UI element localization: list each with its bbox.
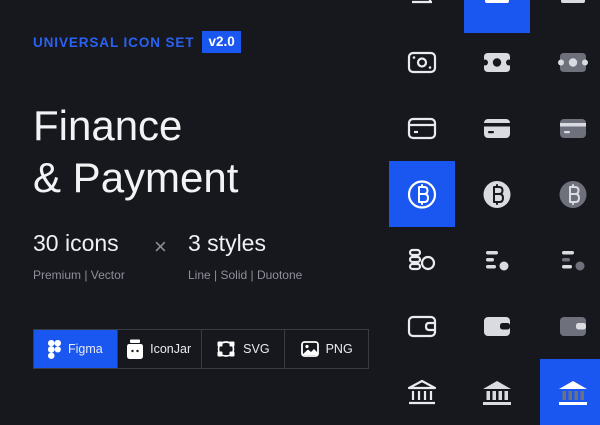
coin-stack-solid-icon [479, 0, 515, 18]
icon-tile [464, 29, 530, 95]
wallet-solid-icon [479, 308, 515, 344]
icon-tile [389, 227, 455, 293]
coins-chart-duotone-icon [555, 242, 591, 278]
icon-tile [389, 29, 455, 95]
banknote-duotone-icon [555, 44, 591, 80]
credit-card-solid-icon [479, 110, 515, 146]
coin-stack-line-icon [404, 0, 440, 18]
icon-tile [540, 293, 600, 359]
wallet-duotone-icon [555, 308, 591, 344]
icon-tile [540, 161, 600, 227]
bank-solid-icon [479, 374, 515, 410]
wallet-line-icon [404, 308, 440, 344]
icon-grid [0, 0, 600, 425]
icon-tile [464, 293, 530, 359]
icon-tile [464, 227, 530, 293]
banknote-line-icon [404, 44, 440, 80]
icon-tile [389, 293, 455, 359]
icon-tile [389, 359, 455, 425]
coin-stack-duotone-icon [555, 0, 591, 18]
coins-chart-solid-icon [479, 242, 515, 278]
icon-tile [389, 161, 455, 227]
icon-tile [540, 359, 600, 425]
icon-tile [540, 95, 600, 161]
icon-tile [464, 359, 530, 425]
icon-tile [540, 227, 600, 293]
credit-card-duotone-icon [555, 110, 591, 146]
promo-banner: UNIVERSAL ICON SET v2.0 Finance & Paymen… [0, 0, 600, 425]
bank-line-icon [404, 374, 440, 410]
icon-tile [464, 161, 530, 227]
bank-duotone-icon [555, 374, 591, 410]
credit-card-line-icon [404, 110, 440, 146]
coins-chart-line-icon [404, 242, 440, 278]
icon-tile [540, 29, 600, 95]
bitcoin-line-icon [404, 176, 440, 212]
bitcoin-duotone-icon [555, 176, 591, 212]
bitcoin-solid-icon [479, 176, 515, 212]
icon-tile [389, 95, 455, 161]
banknote-solid-icon [479, 44, 515, 80]
icon-tile [464, 95, 530, 161]
